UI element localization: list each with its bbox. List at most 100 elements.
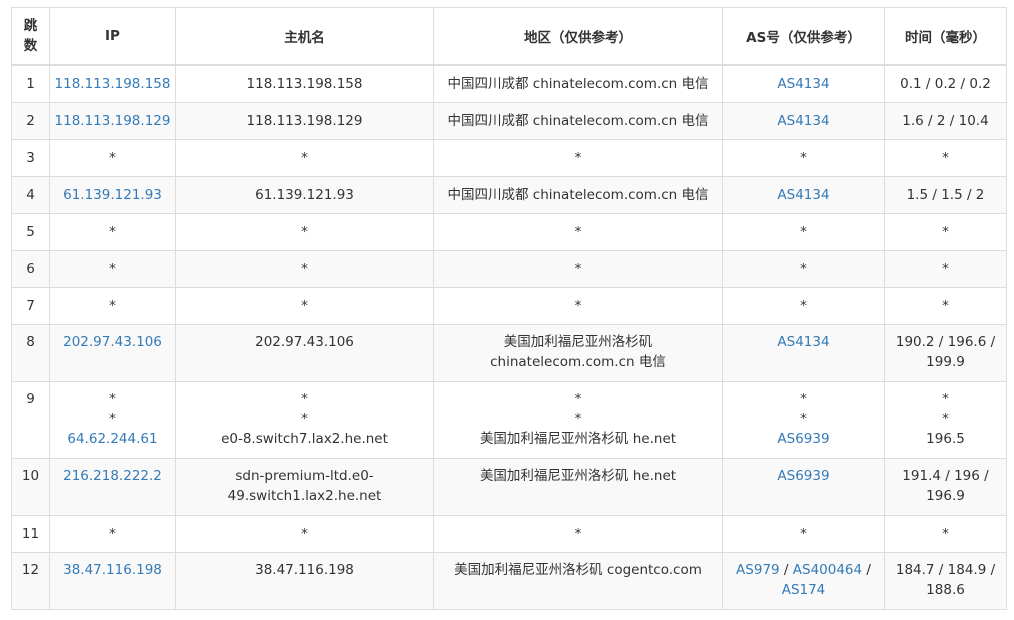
as-separator: / — [862, 561, 871, 578]
table-row: 4 61.139.121.93 61.139.121.93 中国四川成都 chi… — [11, 175, 1007, 214]
ip-link[interactable]: 38.47.116.198 — [63, 562, 162, 578]
region-cell: 美国加利福尼亚州洛杉矶 cogentco.com — [433, 551, 723, 610]
region-cell: * — [433, 138, 723, 177]
timeout-star: * — [942, 390, 949, 407]
as-cell: * — [722, 286, 885, 325]
header-as: AS号（仅供参考） — [722, 7, 885, 66]
hostname-cell: * — [175, 138, 434, 177]
time-line: 191.4 / 196 / — [902, 467, 989, 484]
table-row: 5 * * * * * — [11, 212, 1007, 251]
hostname-line: 49.switch1.lax2.he.net — [227, 487, 382, 504]
as-link[interactable]: AS979 — [736, 562, 780, 578]
as-cell: * — [722, 138, 885, 177]
as-cell: * — [722, 249, 885, 288]
timeout-star: * — [109, 410, 116, 427]
as-link[interactable]: AS4134 — [777, 113, 829, 129]
timeout-star: * — [800, 410, 807, 427]
time-cell: 1.6 / 2 / 10.4 — [884, 101, 1007, 140]
ip-link[interactable]: 61.139.121.93 — [63, 187, 162, 203]
hostname-cell: * — [175, 286, 434, 325]
time-cell: 191.4 / 196 / 196.9 — [884, 457, 1007, 516]
ip-cell: * * 64.62.244.61 — [49, 380, 176, 459]
as-link[interactable]: AS174 — [782, 582, 826, 598]
time-cell: * — [884, 138, 1007, 177]
ip-cell: 61.139.121.93 — [49, 175, 176, 214]
region-line: chinatelecom.com.cn 电信 — [490, 353, 666, 370]
table-row: 9 * * 64.62.244.61 * * e0-8.switch7.lax2… — [11, 380, 1007, 459]
table-row: 7 * * * * * — [11, 286, 1007, 325]
ip-cell: 38.47.116.198 — [49, 551, 176, 610]
hostname-cell: * * e0-8.switch7.lax2.he.net — [175, 380, 434, 459]
table-row: 2 118.113.198.129 118.113.198.129 中国四川成都… — [11, 101, 1007, 140]
as-cell: * — [722, 514, 885, 553]
region-line: 美国加利福尼亚州洛杉矶 — [503, 333, 653, 350]
hostname-cell: * — [175, 249, 434, 288]
ip-cell: * — [49, 286, 176, 325]
time-cell: 184.7 / 184.9 / 188.6 — [884, 551, 1007, 610]
hop-cell: 7 — [11, 286, 50, 325]
as-link[interactable]: AS4134 — [777, 334, 829, 350]
timeout-star: * — [800, 390, 807, 407]
hop-cell: 1 — [11, 64, 50, 103]
hop-cell: 6 — [11, 249, 50, 288]
time-line: 188.6 — [926, 581, 965, 598]
hop-cell: 5 — [11, 212, 50, 251]
hostname-cell: 61.139.121.93 — [175, 175, 434, 214]
ip-link[interactable]: 216.218.222.2 — [63, 468, 162, 484]
as-link[interactable]: AS4134 — [777, 76, 829, 92]
as-link[interactable]: AS4134 — [777, 187, 829, 203]
region-cell: 中国四川成都 chinatelecom.com.cn 电信 — [433, 175, 723, 214]
region-cell: * * 美国加利福尼亚州洛杉矶 he.net — [433, 380, 723, 459]
time-cell: 1.5 / 1.5 / 2 — [884, 175, 1007, 214]
time-cell: * — [884, 212, 1007, 251]
timeout-star: * — [574, 390, 582, 407]
time-cell: * — [884, 286, 1007, 325]
table-row: 8 202.97.43.106 202.97.43.106 美国加利福尼亚州洛杉… — [11, 323, 1007, 382]
as-cell: AS4134 — [722, 323, 885, 382]
table-header-row: 跳数 IP 主机名 地区（仅供参考） AS号（仅供参考） 时间（毫秒） — [11, 7, 1007, 66]
time-cell: 190.2 / 196.6 / 199.9 — [884, 323, 1007, 382]
table-row: 3 * * * * * — [11, 138, 1007, 177]
ip-link[interactable]: 64.62.244.61 — [67, 431, 157, 447]
as-cell: AS979 / AS400464 / AS174 — [722, 551, 885, 610]
header-hostname: 主机名 — [175, 7, 434, 66]
time-cell: 0.1 / 0.2 / 0.2 — [884, 64, 1007, 103]
as-link[interactable]: AS6939 — [777, 431, 829, 447]
as-cell: * — [722, 212, 885, 251]
hop-cell: 3 — [11, 138, 50, 177]
region-cell: * — [433, 286, 723, 325]
region-cell: * — [433, 514, 723, 553]
hostname-line: sdn-premium-ltd.e0- — [235, 467, 374, 484]
as-link[interactable]: AS400464 — [793, 562, 862, 578]
ip-link[interactable]: 118.113.198.158 — [55, 76, 171, 92]
ip-cell: * — [49, 249, 176, 288]
ip-link[interactable]: 202.97.43.106 — [63, 334, 162, 350]
region-cell: 美国加利福尼亚州洛杉矶 chinatelecom.com.cn 电信 — [433, 323, 723, 382]
region-cell: * — [433, 249, 723, 288]
as-separator: / — [779, 561, 793, 578]
time-text: 196.5 — [926, 430, 965, 447]
table-row: 10 216.218.222.2 sdn-premium-ltd.e0- 49.… — [11, 457, 1007, 516]
traceroute-table: 跳数 IP 主机名 地区（仅供参考） AS号（仅供参考） 时间（毫秒） 1 11… — [11, 7, 1007, 610]
timeout-star: * — [301, 390, 308, 407]
region-cell: 美国加利福尼亚州洛杉矶 he.net — [433, 457, 723, 516]
hostname-cell: sdn-premium-ltd.e0- 49.switch1.lax2.he.n… — [175, 457, 434, 516]
time-line: 199.9 — [926, 353, 965, 370]
timeout-star: * — [109, 390, 116, 407]
as-cell: AS6939 — [722, 457, 885, 516]
as-cell: * * AS6939 — [722, 380, 885, 459]
hostname-text: e0-8.switch7.lax2.he.net — [221, 430, 388, 447]
as-cell: AS4134 — [722, 64, 885, 103]
ip-link[interactable]: 118.113.198.129 — [55, 113, 171, 129]
time-cell: * * 196.5 — [884, 380, 1007, 459]
as-link[interactable]: AS6939 — [777, 468, 829, 484]
hostname-cell: 118.113.198.129 — [175, 101, 434, 140]
time-line: 190.2 / 196.6 / — [895, 333, 996, 350]
hop-cell: 8 — [11, 323, 50, 382]
ip-cell: * — [49, 212, 176, 251]
hop-cell: 10 — [11, 457, 50, 516]
as-cell: AS4134 — [722, 101, 885, 140]
hop-cell: 9 — [11, 380, 50, 459]
region-cell: 中国四川成都 chinatelecom.com.cn 电信 — [433, 64, 723, 103]
ip-cell: 202.97.43.106 — [49, 323, 176, 382]
